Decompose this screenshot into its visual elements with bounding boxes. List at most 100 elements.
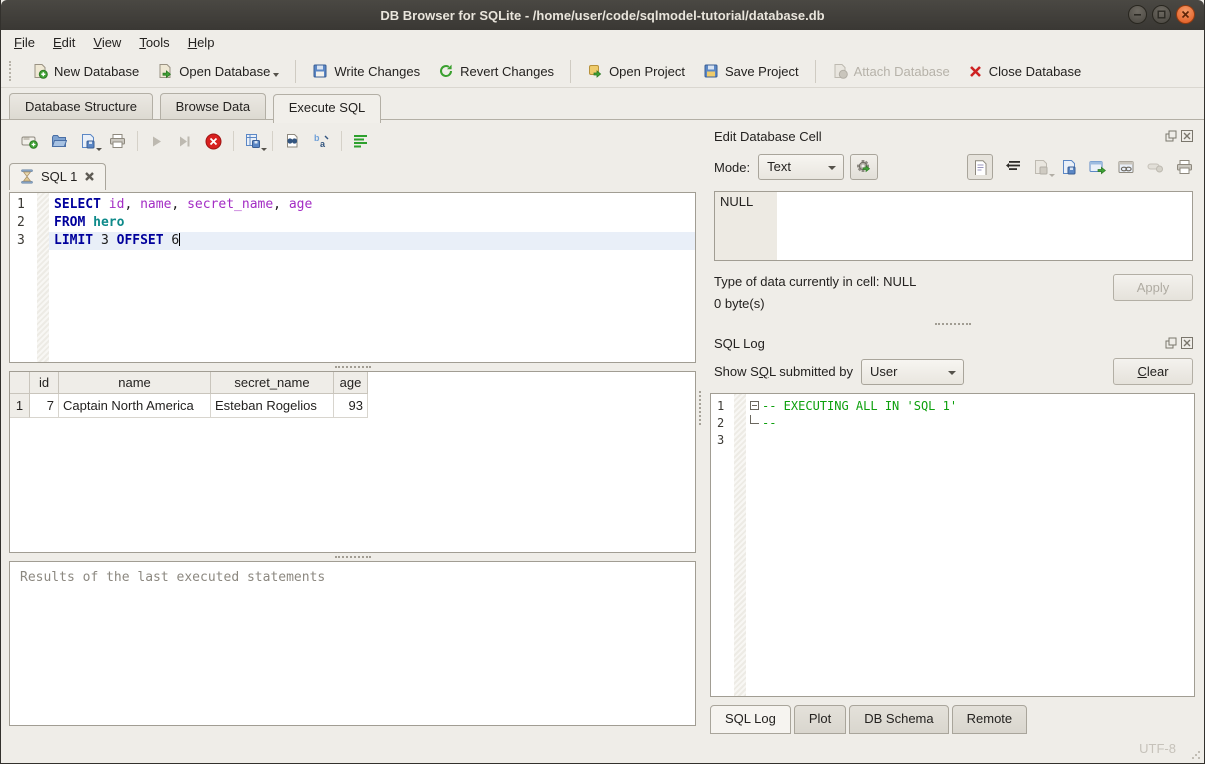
sql-tab-label: SQL 1 — [41, 169, 77, 184]
cell-age[interactable]: 93 — [334, 394, 368, 418]
save-project-button[interactable]: Save Project — [694, 58, 808, 84]
save-sql-dropdown-icon[interactable] — [96, 148, 102, 151]
clear-log-button[interactable]: Clear — [1113, 358, 1193, 385]
right-dock-area: Edit Database Cell Mode: Text — [704, 121, 1204, 734]
print-sql-icon[interactable] — [109, 133, 126, 149]
table-row[interactable]: 1 7 Captain North America Esteban Rogeli… — [10, 394, 695, 418]
open-project-button[interactable]: Open Project — [578, 58, 694, 84]
tab-browse-data[interactable]: Browse Data — [160, 93, 266, 120]
close-panel-icon[interactable] — [1181, 130, 1193, 142]
dock-tab-db-schema[interactable]: DB Schema — [849, 705, 948, 734]
close-icon — [1181, 10, 1190, 19]
word-wrap-icon[interactable] — [353, 134, 369, 148]
open-project-icon — [587, 63, 603, 79]
revert-changes-button[interactable]: Revert Changes — [429, 58, 563, 84]
close-tab-icon[interactable] — [84, 171, 95, 182]
encoding-indicator[interactable]: UTF-8 — [1139, 741, 1176, 756]
save-sql-file-button[interactable] — [80, 133, 96, 149]
sql-log-controls: Show SQL submitted by User Clear — [714, 358, 1193, 385]
sql-log-title: SQL Log — [714, 336, 1165, 351]
column-header-name[interactable]: name — [59, 372, 211, 394]
open-sql-file-icon[interactable] — [51, 133, 67, 149]
log-filter-select[interactable]: User — [861, 359, 964, 385]
results-message-splitter[interactable] — [9, 553, 696, 561]
menu-view[interactable]: View — [84, 31, 130, 54]
resize-grip[interactable] — [1191, 750, 1201, 760]
export-cell-data-icon[interactable] — [1061, 159, 1077, 175]
minimize-button[interactable] — [1128, 5, 1147, 24]
link-icon[interactable] — [1118, 160, 1135, 175]
export-results-button[interactable] — [245, 133, 261, 149]
open-database-button[interactable]: Open Database — [148, 58, 288, 84]
window-controls — [1128, 5, 1195, 24]
print-cell-icon[interactable] — [1176, 159, 1193, 175]
log-content: -- EXECUTING ALL IN 'SQL 1' -- — [746, 394, 1194, 696]
editor-results-splitter[interactable] — [9, 363, 696, 371]
cell-value-editor[interactable]: NULL — [714, 191, 1193, 261]
cell-secret-name[interactable]: Esteban Rogelios — [211, 394, 334, 418]
toolbar-separator — [341, 131, 342, 151]
new-database-button[interactable]: New Database — [23, 58, 148, 84]
log-line-3 — [746, 432, 1194, 449]
toolbar-separator — [295, 60, 296, 83]
import-dropdown-icon — [1049, 174, 1055, 177]
dock-tab-plot[interactable]: Plot — [794, 705, 846, 734]
close-button[interactable] — [1176, 5, 1195, 24]
revert-changes-icon — [438, 63, 454, 79]
edit-cell-title: Edit Database Cell — [714, 129, 1165, 144]
stop-execution-icon[interactable] — [205, 133, 222, 150]
find-replace-icon[interactable] — [284, 133, 300, 149]
gear-icon — [856, 159, 873, 176]
fold-connector — [750, 415, 759, 424]
open-database-dropdown-icon[interactable] — [273, 73, 279, 77]
menu-help[interactable]: Help — [179, 31, 224, 54]
code-line-3: LIMIT 3 OFFSET 6 — [49, 232, 695, 250]
sql-log-viewer[interactable]: 1 2 3 -- EXECUTING ALL IN 'SQL 1' -- — [710, 393, 1195, 697]
close-database-button[interactable]: Close Database — [959, 59, 1091, 84]
results-grid-header: id name secret_name age — [10, 372, 695, 394]
column-header-age[interactable]: age — [334, 372, 368, 394]
attach-database-icon — [832, 63, 848, 79]
dock-tab-remote[interactable]: Remote — [952, 705, 1028, 734]
tab-database-structure[interactable]: Database Structure — [9, 93, 153, 120]
cell-mode-row: Mode: Text — [714, 154, 1193, 180]
export-results-dropdown-icon[interactable] — [261, 148, 267, 151]
format-sql-icon[interactable]: b a — [313, 133, 330, 149]
cell-name[interactable]: Captain North America — [59, 394, 211, 418]
float-panel-icon[interactable] — [1165, 130, 1177, 142]
write-changes-button[interactable]: Write Changes — [303, 58, 429, 84]
menu-file[interactable]: File — [5, 31, 44, 54]
word-wrap-cell-icon[interactable] — [1005, 160, 1021, 174]
toolbar-drag-handle[interactable] — [9, 61, 17, 81]
new-sql-tab-icon[interactable] — [21, 133, 38, 149]
sql-code-editor[interactable]: 1 2 3 SELECT id, name, secret_name, age … — [9, 192, 696, 363]
results-grid[interactable]: id name secret_name age 1 7 Captain Nort… — [9, 371, 696, 553]
auto-apply-button[interactable] — [850, 154, 878, 180]
text-mode-button[interactable] — [967, 154, 993, 180]
open-external-icon[interactable] — [1089, 160, 1106, 175]
dock-tab-sql-log[interactable]: SQL Log — [710, 705, 791, 734]
cell-id[interactable]: 7 — [30, 394, 59, 418]
set-null-icon — [1147, 161, 1164, 173]
tab-execute-sql[interactable]: Execute SQL — [273, 94, 382, 123]
menu-tools[interactable]: Tools — [130, 31, 178, 54]
toolbar-separator — [815, 60, 816, 83]
titlebar[interactable]: DB Browser for SQLite - /home/user/code/… — [1, 0, 1204, 30]
maximize-button[interactable] — [1152, 5, 1171, 24]
cell-log-splitter[interactable] — [710, 320, 1195, 328]
text-document-icon — [974, 160, 987, 175]
execute-all-icon — [149, 134, 164, 149]
column-header-id[interactable]: id — [30, 372, 59, 394]
execution-results-message: Results of the last executed statements — [9, 561, 696, 726]
sql-1-tab[interactable]: SQL 1 — [9, 163, 106, 190]
vertical-splitter[interactable] — [699, 391, 701, 425]
log-fold-margin — [734, 394, 746, 696]
toolbar-separator — [233, 131, 234, 151]
close-panel-icon[interactable] — [1181, 337, 1193, 349]
menu-edit[interactable]: Edit — [44, 31, 84, 54]
fold-collapse-icon[interactable] — [750, 401, 759, 410]
float-panel-icon[interactable] — [1165, 337, 1177, 349]
column-header-secret-name[interactable]: secret_name — [211, 372, 334, 394]
mode-select[interactable]: Text — [758, 154, 844, 180]
code-area[interactable]: SELECT id, name, secret_name, age FROM h… — [49, 193, 695, 362]
